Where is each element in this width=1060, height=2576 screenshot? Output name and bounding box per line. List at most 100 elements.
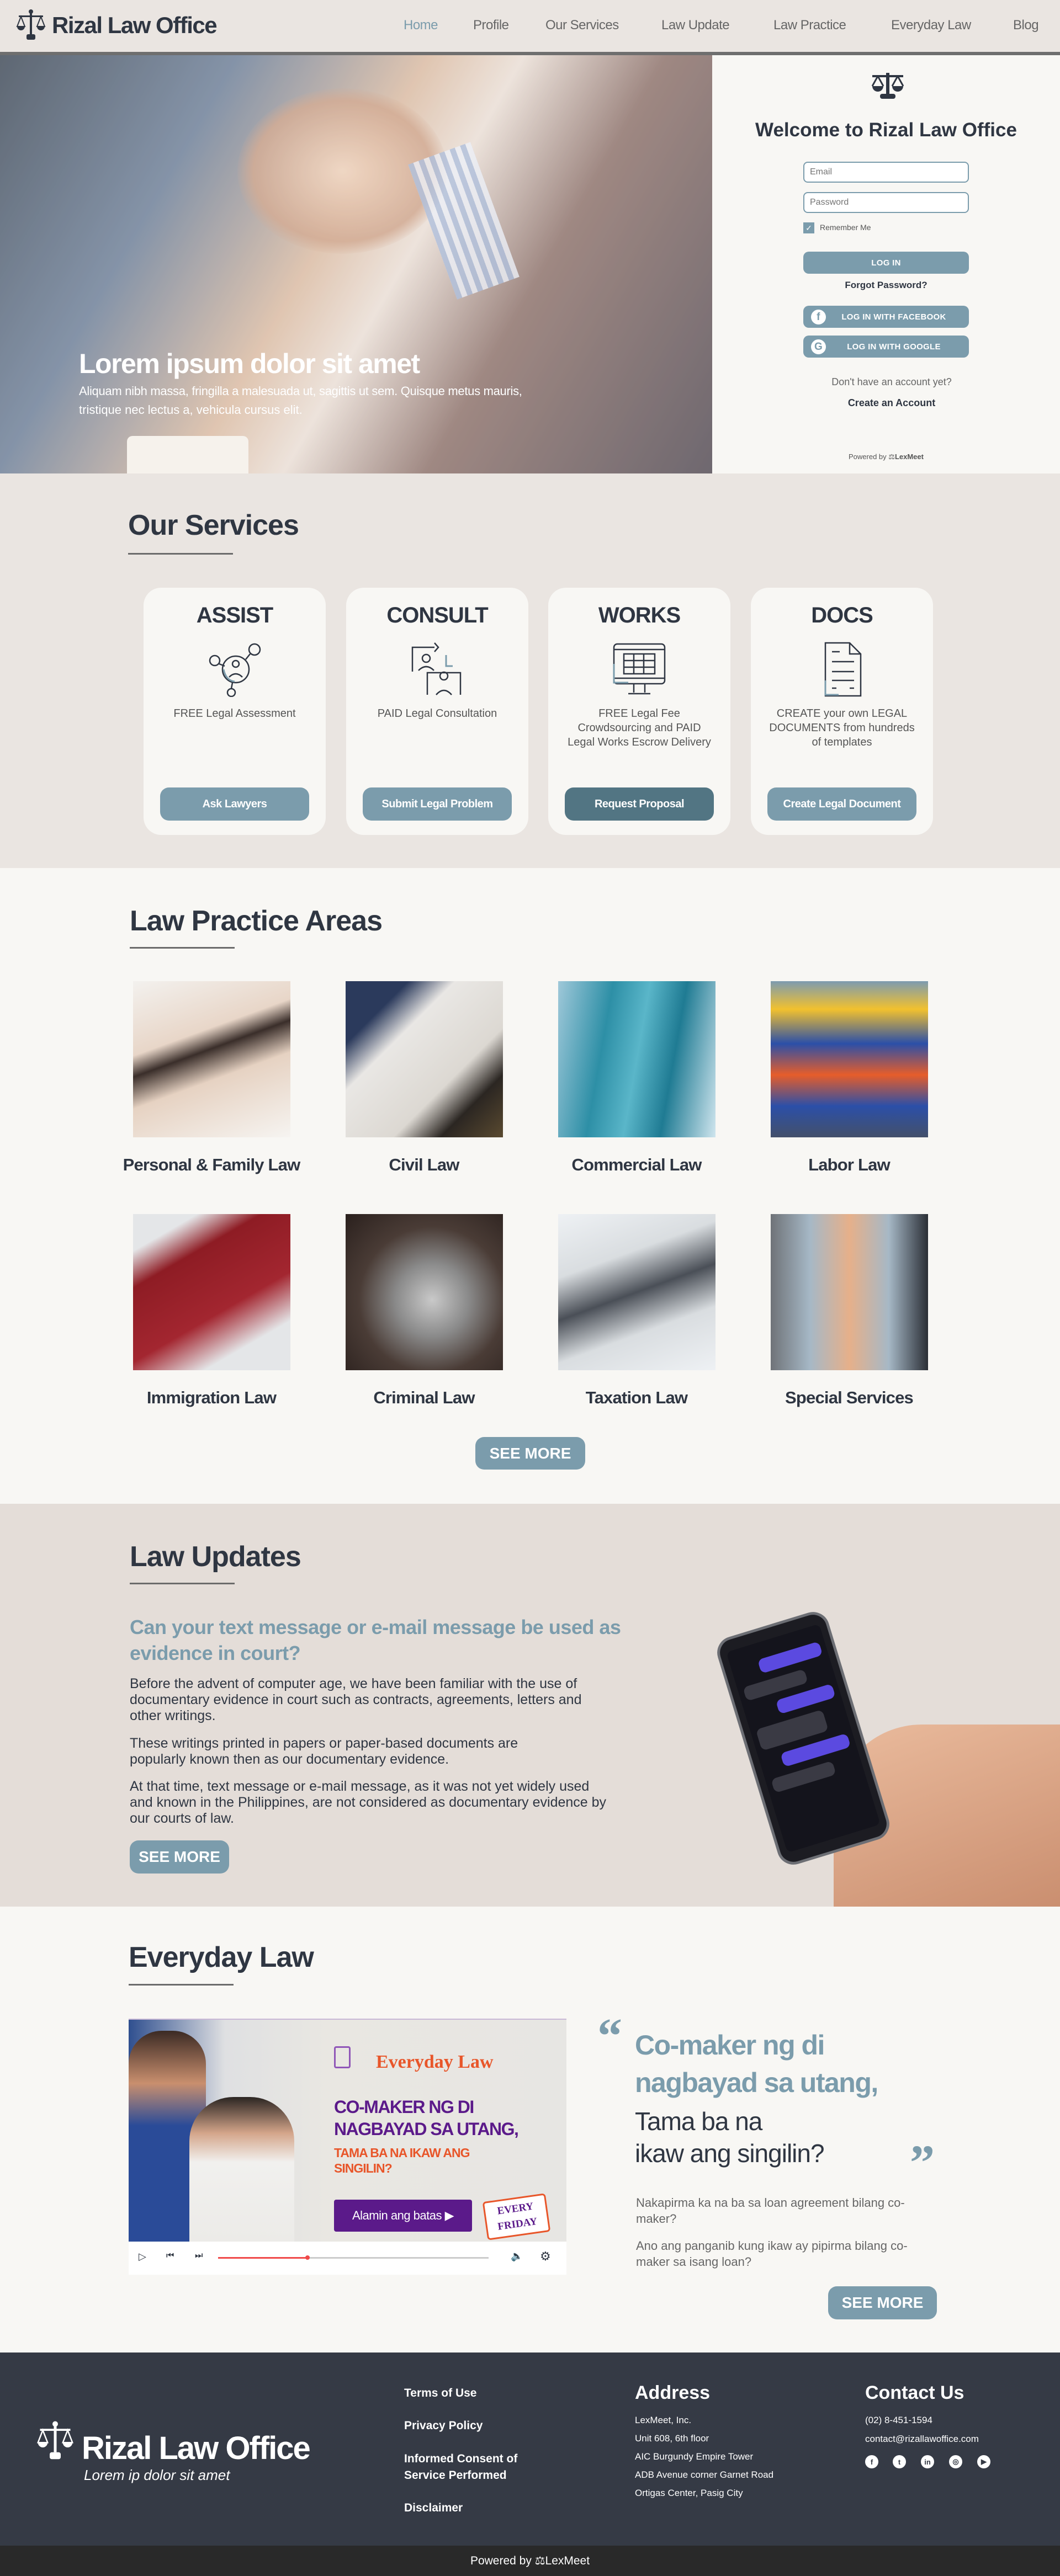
everyday-see-more-button[interactable]: SEE MORE [828, 2286, 937, 2319]
service-card-title: WORKS [598, 603, 681, 627]
play-icon[interactable]: ▷ [139, 2251, 146, 2263]
ask-lawyers-button[interactable]: Ask Lawyers [160, 787, 309, 821]
practice-area-label: Immigration Law [146, 1388, 277, 1407]
twitter-icon[interactable]: t [893, 2455, 906, 2468]
video-headline-2: NAGBAYAD SA UTANG, [334, 2119, 519, 2139]
document-icon [824, 642, 862, 697]
services-title: Our Services [128, 509, 299, 541]
title-underline [128, 553, 233, 555]
nav-home[interactable]: Home [404, 18, 438, 33]
practice-area-label: Labor Law [808, 1155, 891, 1174]
nav-law-update[interactable]: Law Update [661, 18, 730, 33]
login-button[interactable]: LOG IN [803, 252, 969, 274]
services-section: Our Services ASSIST FREE Legal Assessmen… [0, 473, 1060, 868]
practice-area-label: Criminal Law [373, 1388, 475, 1407]
volume-icon[interactable]: 🔈 [511, 2250, 523, 2262]
service-card-desc: CREATE your own LEGAL DOCUMENTS from hun… [769, 707, 915, 748]
quote-line-4: ikaw ang singilin? [635, 2139, 825, 2168]
logo-text[interactable]: Rizal Law Office [52, 12, 218, 39]
monitor-calendar-icon [613, 643, 666, 695]
disclaimer-link[interactable]: Disclaimer [404, 2500, 463, 2516]
instagram-icon[interactable]: ◎ [949, 2455, 962, 2468]
network-people-icon [209, 643, 261, 697]
title-underline [129, 1984, 234, 1986]
service-card-docs: DOCS CREATE your own LEGAL DOCUMENTS fro… [751, 588, 933, 835]
address-line: LexMeet, Inc. [635, 2415, 692, 2425]
practice-area-civil[interactable]: Civil Law [319, 981, 529, 1175]
nav-blog[interactable]: Blog [1013, 18, 1039, 33]
no-account-text: Don't have an account yet? [831, 376, 952, 387]
video-player[interactable]: Everyday Law CO-MAKER NG DI NAGBAYAD SA … [129, 2019, 566, 2275]
google-login-label: LOG IN WITH GOOGLE [847, 342, 941, 352]
login-panel: Welcome to Rizal Law Office ✓ Remember M… [712, 55, 1060, 473]
service-card-title: DOCS [811, 603, 873, 627]
hero-subtitle-line1: Aliquam nibh massa, fringilla a malesuad… [79, 384, 522, 398]
updates-title: Law Updates [130, 1541, 301, 1573]
service-card-title: ASSIST [196, 603, 273, 627]
service-card-desc: FREE Legal Assessment [173, 707, 296, 720]
video-progress-fill [218, 2257, 308, 2259]
youtube-icon[interactable]: ▶ [977, 2455, 990, 2468]
site-header: Rizal Law Office Home Profile Our Servic… [0, 0, 1060, 52]
informed-consent-link[interactable]: Informed Consent of Service Performed [404, 2451, 542, 2484]
google-login-button[interactable]: G LOG IN WITH GOOGLE [803, 336, 969, 358]
service-card-desc: PAID Legal Consultation [377, 707, 497, 720]
nav-profile[interactable]: Profile [473, 18, 509, 33]
smartphone [713, 1608, 894, 1869]
create-legal-document-button[interactable]: Create Legal Document [767, 787, 916, 821]
practice-area-label: Special Services [785, 1388, 914, 1407]
request-proposal-button[interactable]: Request Proposal [565, 787, 714, 821]
service-card-desc: FREE Legal Fee Crowdsourcing and PAID Le… [568, 707, 711, 748]
family-image [132, 981, 290, 1137]
settings-gear-icon[interactable]: ⚙ [540, 2249, 551, 2264]
terms-of-use-link[interactable]: Terms of Use [404, 2385, 477, 2402]
skip-forward-icon[interactable]: ⏭ [195, 2251, 203, 2261]
submit-legal-problem-button[interactable]: Submit Legal Problem [363, 787, 512, 821]
facebook-icon[interactable]: f [865, 2455, 878, 2468]
powered-by-brand: LexMeet [545, 2554, 590, 2567]
nav-everyday-law[interactable]: Everyday Law [891, 18, 971, 33]
service-card-title: CONSULT [386, 603, 488, 627]
privacy-policy-link[interactable]: Privacy Policy [404, 2418, 483, 2434]
practice-area-immigration[interactable]: Immigration Law [107, 1214, 316, 1408]
practice-area-criminal[interactable]: Criminal Law [319, 1214, 529, 1408]
nav-law-practice[interactable]: Law Practice [773, 18, 846, 33]
practice-see-more-button[interactable]: SEE MORE [475, 1437, 585, 1470]
video-progress-knob[interactable] [305, 2255, 310, 2260]
open-quote-icon: “ [597, 2009, 622, 2063]
footer-logo-text[interactable]: Rizal Law Office [82, 2430, 311, 2467]
footer-tagline: Lorem ip dolor sit amet [84, 2467, 230, 2483]
updates-see-more-button[interactable]: SEE MORE [130, 1840, 229, 1874]
practice-area-labor[interactable]: Labor Law [744, 981, 954, 1175]
create-account-link[interactable]: Create an Account [712, 397, 1060, 409]
email-input[interactable] [803, 162, 969, 183]
nav-our-services[interactable]: Our Services [545, 18, 619, 33]
password-input[interactable] [803, 192, 969, 213]
forgot-password-link[interactable]: Forgot Password? [712, 280, 1060, 291]
practice-area-special[interactable]: Special Services [744, 1214, 954, 1408]
update-headline[interactable]: Can your text message or e-mail message … [130, 1614, 627, 1666]
video-progress-track[interactable] [218, 2255, 489, 2260]
scales-logo-icon [36, 2420, 75, 2461]
practice-area-taxation[interactable]: Taxation Law [532, 1214, 741, 1408]
video-headline-1: CO-MAKER NG DI [334, 2097, 474, 2117]
contact-title: Contact Us [865, 2382, 964, 2403]
address-line: Ortigas Center, Pasig City [635, 2488, 743, 2498]
skip-back-icon[interactable]: ⏮ [166, 2251, 174, 2261]
practice-area-commercial[interactable]: Commercial Law [532, 981, 741, 1175]
contact-email[interactable]: contact@rizallawoffice.com [865, 2434, 979, 2445]
business-handshake-image [770, 1214, 928, 1370]
contact-phone[interactable]: (02) 8-451-1594 [865, 2415, 932, 2426]
powered-by-bar: Powered by ⚖LexMeet [0, 2546, 1060, 2576]
video-cta: Alamin ang batas ▶ [334, 2200, 472, 2232]
service-card-works: WORKS FREE Legal Fee Crowdsourcing and P… [548, 588, 730, 835]
update-paragraph: These writings printed in papers or pape… [130, 1736, 518, 1767]
title-underline [130, 1583, 235, 1584]
remember-me-checkbox[interactable]: ✓ [803, 222, 814, 233]
update-paragraph: At that time, text message or e-mail mes… [130, 1779, 607, 1826]
facebook-login-button[interactable]: f LOG IN WITH FACEBOOK [803, 306, 969, 328]
everyday-law-section: Everyday Law Everyday Law CO-MAKER NG DI… [0, 1907, 1060, 2353]
video-sub-2: SINGILIN? [334, 2161, 393, 2175]
linkedin-icon[interactable]: in [921, 2455, 934, 2468]
practice-area-personal-family[interactable]: Personal & Family Law [107, 981, 316, 1175]
